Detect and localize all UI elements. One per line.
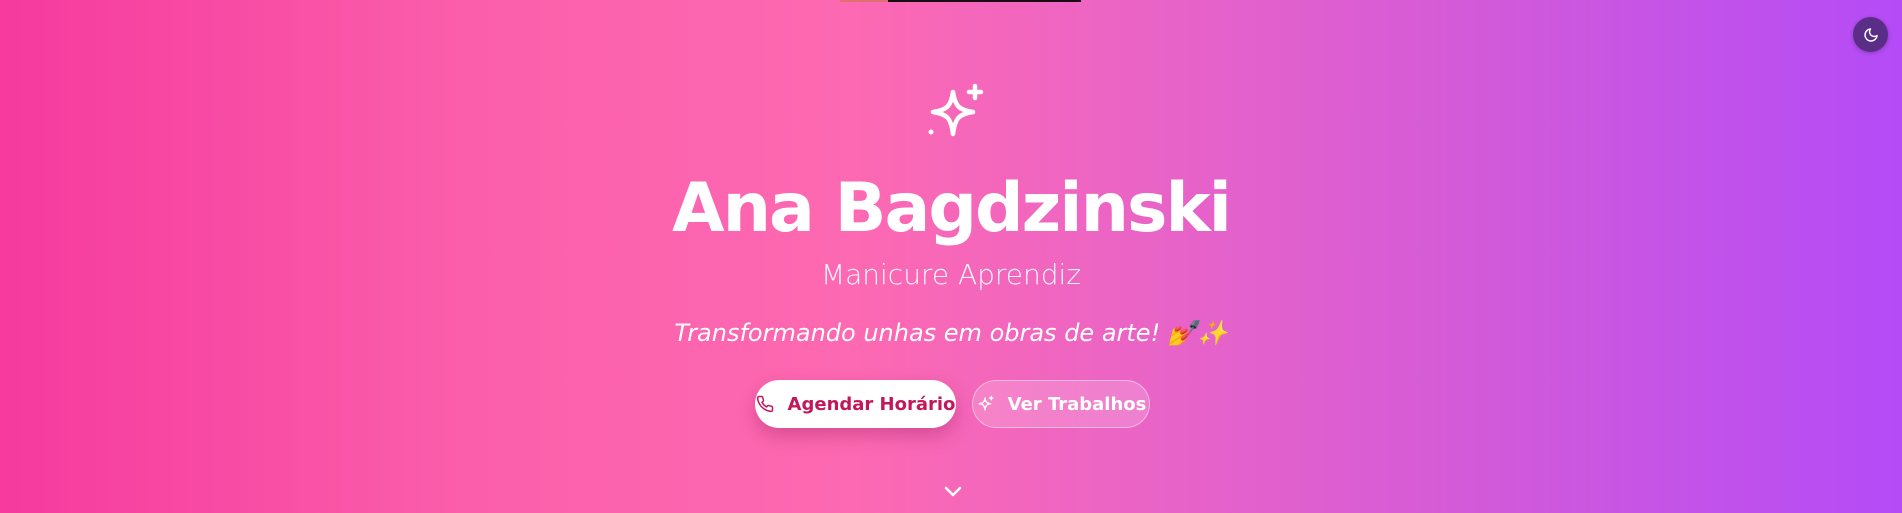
- theme-toggle-button[interactable]: [1853, 17, 1888, 52]
- hero-section: Ana Bagdzinski Manicure Aprendiz Transfo…: [0, 0, 1902, 513]
- moon-icon: [1863, 27, 1878, 42]
- sparkles-icon: [928, 83, 984, 137]
- top-divider-accent: [840, 0, 888, 2]
- schedule-button[interactable]: Agendar Horário: [755, 380, 956, 428]
- view-work-button[interactable]: Ver Trabalhos: [972, 380, 1150, 428]
- chevron-down-icon[interactable]: [941, 479, 965, 503]
- schedule-button-label: Agendar Horário: [787, 393, 956, 415]
- page-subtitle: Manicure Aprendiz: [820, 258, 1082, 291]
- sparkles-icon: [976, 395, 994, 413]
- tagline: Transformando unhas em obras de arte! 💅✨: [674, 319, 1228, 347]
- view-work-button-label: Ver Trabalhos: [1007, 393, 1147, 415]
- phone-icon: [756, 395, 774, 413]
- page-title: Ana Bagdzinski: [672, 169, 1232, 248]
